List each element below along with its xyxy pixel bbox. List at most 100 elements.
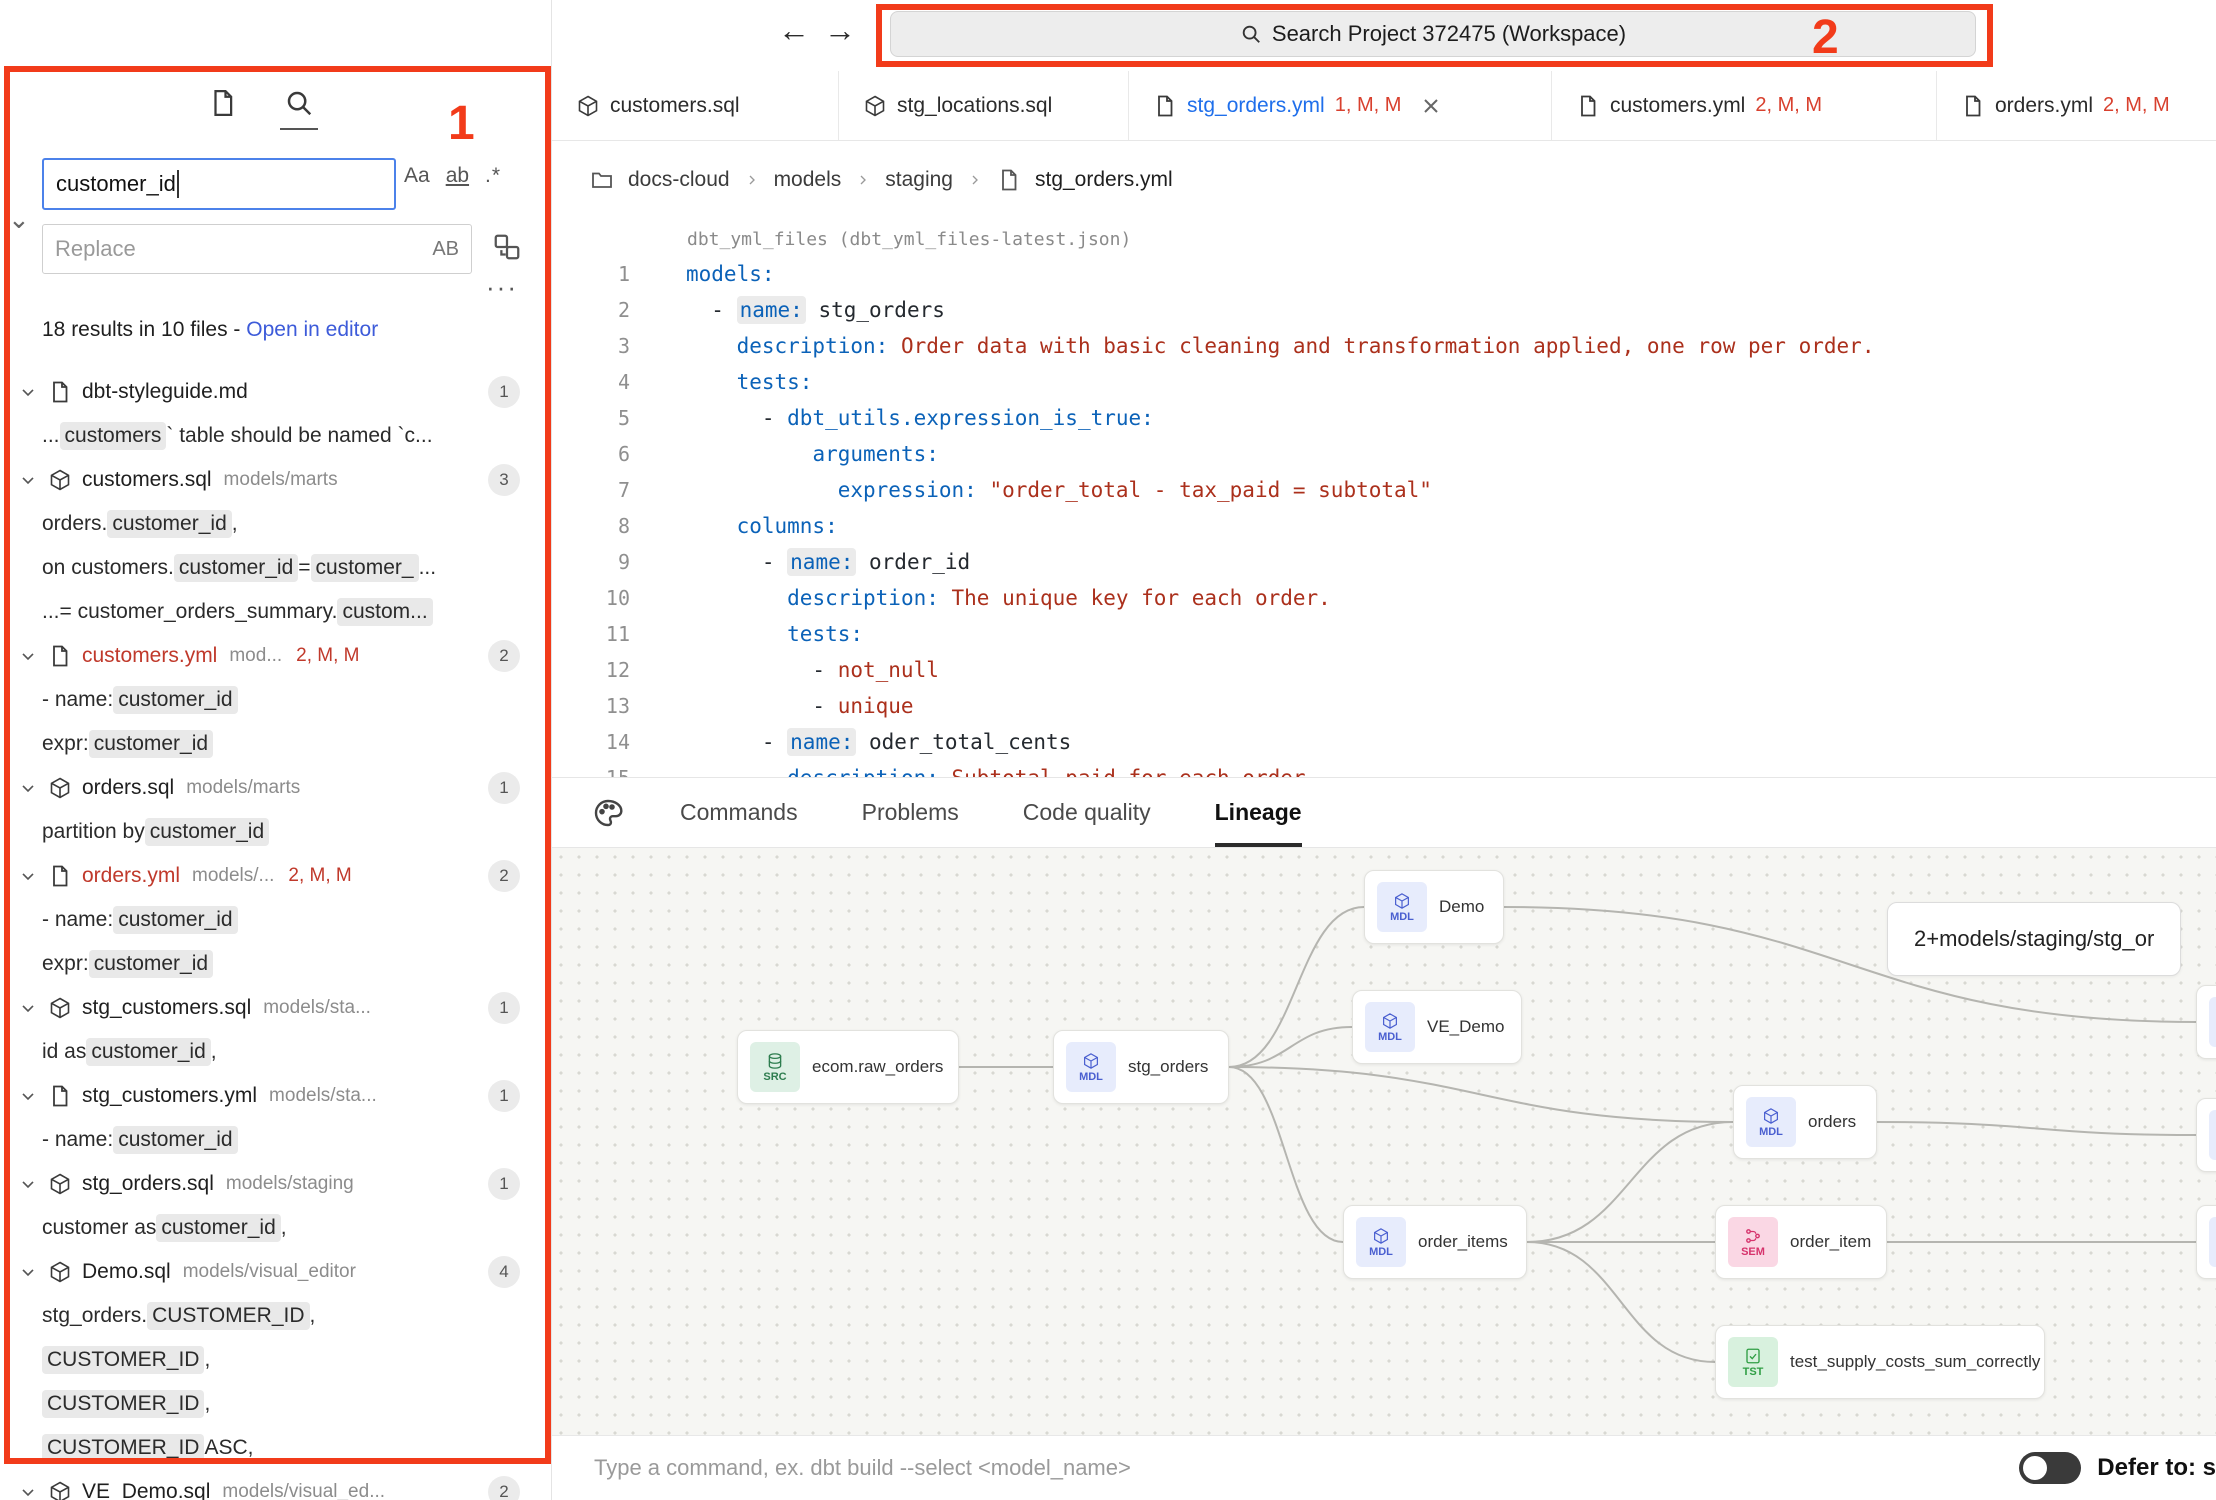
close-tab-icon[interactable]	[1419, 94, 1443, 118]
chevron-down-icon[interactable]	[18, 778, 38, 798]
open-in-editor-link[interactable]: Open in editor	[246, 318, 378, 341]
back-arrow-icon[interactable]: ←	[778, 12, 810, 49]
editor-tab-stg_orders.yml[interactable]: stg_orders.yml1, M, M	[1129, 71, 1552, 140]
search-result-match[interactable]: customer as customer_id,	[0, 1206, 551, 1250]
search-result-match[interactable]: expr: customer_id	[0, 942, 551, 986]
lineage-canvas[interactable]: SRCecom.raw_ordersMDLstg_ordersMDLDemoMD…	[552, 848, 2216, 1435]
search-result-file[interactable]: Demo.sqlmodels/visual_editor4	[0, 1250, 551, 1294]
preserve-case-button[interactable]: AB	[432, 238, 459, 261]
lineage-node-cut2[interactable]: MDL	[2196, 1098, 2216, 1172]
search-result-match[interactable]: expr: customer_id	[0, 722, 551, 766]
result-count-badge: 1	[488, 992, 520, 1024]
search-input[interactable]: customer_id	[42, 158, 396, 210]
regex-button[interactable]: .*	[485, 164, 501, 188]
search-result-match[interactable]: on customers.customer_id = customer_...	[0, 546, 551, 590]
chevron-down-icon[interactable]	[18, 470, 38, 490]
chevron-down-icon[interactable]	[18, 1262, 38, 1282]
search-result-file[interactable]: orders.ymlmodels/...2, M, M2	[0, 854, 551, 898]
lineage-node-ecom.raw_orders[interactable]: SRCecom.raw_orders	[737, 1030, 959, 1104]
chevron-down-icon[interactable]	[18, 1086, 38, 1106]
search-result-match[interactable]: - name: customer_id	[0, 898, 551, 942]
lineage-node-label: stg_orders	[1128, 1057, 1208, 1077]
search-result-file[interactable]: stg_customers.ymlmodels/sta...1	[0, 1074, 551, 1118]
match-case-button[interactable]: Aa	[404, 164, 430, 188]
breadcrumb-file: stg_orders.yml	[1035, 168, 1173, 192]
code-line: 6 arguments:	[552, 436, 2216, 472]
breadcrumb-item[interactable]: models	[774, 168, 842, 192]
replace-all-icon[interactable]	[492, 232, 522, 262]
whole-word-button[interactable]: ab	[446, 164, 469, 188]
lineage-node-orders[interactable]: MDLorders	[1733, 1085, 1877, 1159]
toggle-replace-chevron[interactable]: ⌄	[8, 204, 30, 235]
chevron-down-icon[interactable]	[18, 1482, 38, 1500]
breadcrumb-item[interactable]: docs-cloud	[628, 168, 730, 192]
command-input[interactable]: Type a command, ex. dbt build --select <…	[594, 1455, 2019, 1481]
mdl-node-icon: MDL	[1356, 1217, 1406, 1267]
lineage-node-test_supply_costs_sum_correctly[interactable]: TSTtest_supply_costs_sum_correctly	[1715, 1325, 2045, 1399]
search-result-match[interactable]: ...customers` table should be named `c..…	[0, 414, 551, 458]
search-result-match[interactable]: partition by customer_id	[0, 810, 551, 854]
search-result-match[interactable]: stg_orders.CUSTOMER_ID,	[0, 1294, 551, 1338]
document-file-icon	[48, 864, 72, 888]
editor-tab-customers.yml[interactable]: customers.yml2, M, M	[1552, 71, 1937, 140]
code-line: 5 - dbt_utils.expression_is_true:	[552, 400, 2216, 436]
search-result-match[interactable]: - name: customer_id	[0, 678, 551, 722]
breadcrumb: docs-cloud models staging stg_orders.yml	[552, 141, 2216, 219]
lineage-node-stg_orders[interactable]: MDLstg_orders	[1053, 1030, 1229, 1104]
more-actions-button[interactable]: ···	[486, 272, 518, 303]
search-panel-icon[interactable]	[284, 88, 314, 118]
replace-input[interactable]: Replace AB	[42, 224, 472, 274]
forward-arrow-icon[interactable]: →	[824, 12, 856, 49]
search-result-file[interactable]: dbt-styleguide.md1	[0, 370, 551, 414]
project-search-bar[interactable]: Search Project 372475 (Workspace)	[890, 11, 1976, 57]
chevron-down-icon[interactable]	[18, 1174, 38, 1194]
chevron-right-icon	[744, 172, 760, 188]
search-result-file[interactable]: orders.sqlmodels/marts1	[0, 766, 551, 810]
lineage-node-order_item[interactable]: SEM order_item	[1715, 1205, 1887, 1279]
chevron-down-icon[interactable]	[18, 646, 38, 666]
chevron-down-icon[interactable]	[18, 866, 38, 886]
search-result-file[interactable]: stg_customers.sqlmodels/sta...1	[0, 986, 551, 1030]
search-result-match[interactable]: ...= customer_orders_summary.custom...	[0, 590, 551, 634]
code-editor[interactable]: dbt_yml_files (dbt_yml_files-latest.json…	[552, 219, 2216, 777]
search-result-match[interactable]: CUSTOMER_ID,	[0, 1382, 551, 1426]
lineage-node-Demo[interactable]: MDLDemo	[1364, 870, 1504, 944]
lineage-node-order_items[interactable]: MDLorder_items	[1343, 1205, 1527, 1279]
replace-placeholder: Replace	[55, 236, 432, 262]
lineage-node-label: order_item	[1790, 1232, 1871, 1252]
panel-tab-problems[interactable]: Problems	[862, 778, 959, 847]
lineage-node-VE_Demo[interactable]: MDLVE_Demo	[1352, 990, 1522, 1064]
panel-tab-code-quality[interactable]: Code quality	[1023, 778, 1151, 847]
search-result-match[interactable]: id as customer_id,	[0, 1030, 551, 1074]
search-result-file[interactable]: customers.ymlmod...2, M, M2	[0, 634, 551, 678]
mdl-node-icon: MDL	[2209, 1217, 2216, 1267]
lineage-selector-label[interactable]: 2+models/staging/stg_or	[1887, 902, 2181, 976]
code-line: 2 - name: stg_orders	[552, 292, 2216, 328]
search-result-match[interactable]: CUSTOMER_ID ASC,	[0, 1426, 551, 1470]
code-line: 3 description: Order data with basic cle…	[552, 328, 2216, 364]
file-explorer-icon[interactable]	[208, 88, 238, 118]
chevron-down-icon[interactable]	[18, 998, 38, 1018]
document-file-icon	[1961, 94, 1985, 118]
editor-tab-orders.yml[interactable]: orders.yml2, M, M	[1937, 71, 2216, 140]
search-result-file[interactable]: stg_orders.sqlmodels/staging1	[0, 1162, 551, 1206]
panel-tab-commands[interactable]: Commands	[680, 778, 798, 847]
panel-tab-lineage[interactable]: Lineage	[1215, 778, 1302, 847]
search-result-file[interactable]: VE_Demo.sqlmodels/visual_ed...2	[0, 1470, 551, 1500]
sem-node-icon: SEM	[1728, 1217, 1778, 1267]
result-file-name: stg_customers.sql	[82, 996, 251, 1020]
breadcrumb-item[interactable]: staging	[885, 168, 953, 192]
lineage-node-cut1[interactable]: MDL	[2196, 985, 2216, 1059]
search-result-file[interactable]: customers.sqlmodels/marts3	[0, 458, 551, 502]
chevron-down-icon[interactable]	[18, 382, 38, 402]
search-result-match[interactable]: orders.customer_id,	[0, 502, 551, 546]
editor-tab-stg_locations.sql[interactable]: stg_locations.sql	[839, 71, 1129, 140]
tab-file-name: orders.yml	[1995, 94, 2093, 118]
defer-label: Defer to: s	[2097, 1454, 2216, 1482]
defer-toggle[interactable]	[2019, 1452, 2081, 1484]
search-result-match[interactable]: CUSTOMER_ID,	[0, 1338, 551, 1382]
search-result-match[interactable]: - name: customer_id	[0, 1118, 551, 1162]
palette-icon[interactable]	[592, 797, 624, 829]
editor-tab-customers.sql[interactable]: customers.sql	[552, 71, 839, 140]
lineage-node-cut3[interactable]: MDL	[2196, 1205, 2216, 1279]
